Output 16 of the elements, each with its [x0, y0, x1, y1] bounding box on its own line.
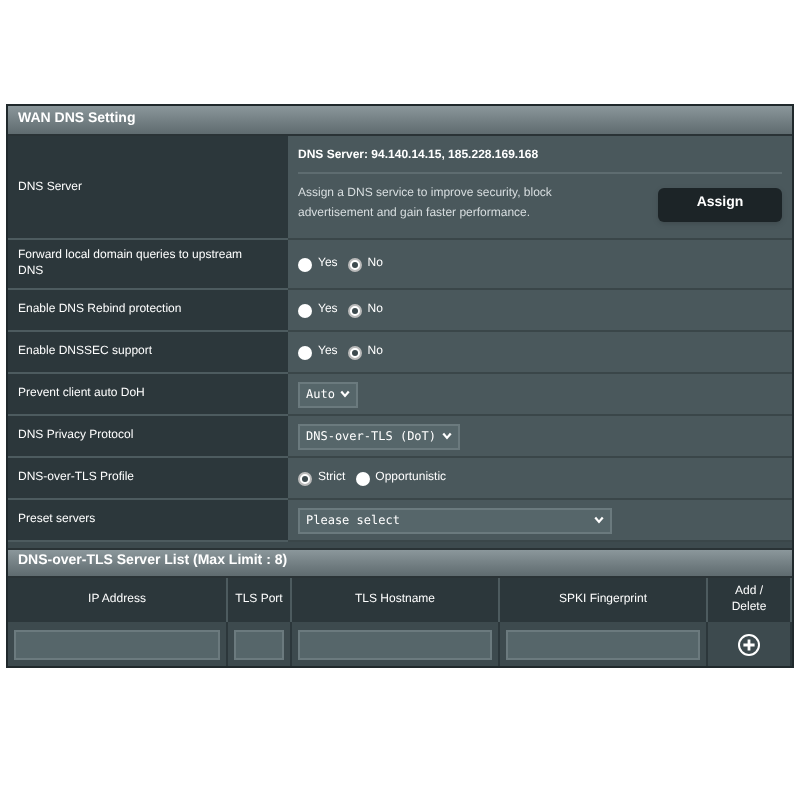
radio-button[interactable] — [298, 471, 312, 485]
radio-button[interactable] — [347, 257, 362, 271]
radio-button[interactable] — [298, 303, 312, 317]
radio-button[interactable] — [298, 345, 312, 359]
input-field[interactable] — [14, 629, 220, 659]
chevron-down-icon — [594, 516, 604, 524]
radio-button[interactable] — [355, 471, 370, 485]
chevron-down-icon — [340, 390, 351, 398]
radio-button[interactable] — [298, 257, 312, 271]
add-button[interactable] — [738, 633, 760, 655]
radio-button[interactable] — [347, 345, 362, 359]
input-field[interactable] — [506, 629, 700, 659]
radio-button[interactable] — [347, 303, 362, 317]
input-field[interactable] — [234, 629, 284, 659]
input-field[interactable] — [298, 629, 492, 659]
chevron-down-icon — [442, 432, 453, 440]
